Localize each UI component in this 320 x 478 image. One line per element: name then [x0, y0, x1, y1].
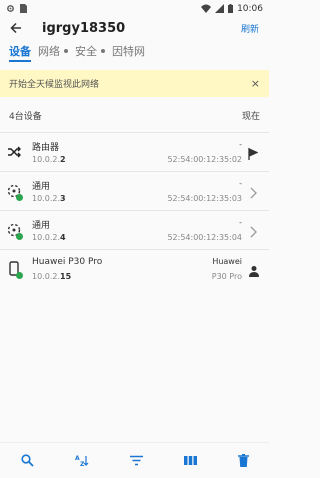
banner-close-button[interactable]: × — [251, 77, 260, 90]
tab-devices-label: 设备 — [9, 45, 31, 58]
device-row[interactable]: 通用 10.0.2.3 - 52:54:00:12:35:03 — [0, 171, 269, 209]
person-icon[interactable] — [248, 262, 260, 277]
banner-text: 开始全天候监视此网络 — [9, 80, 100, 90]
device-name: 路由器 — [32, 143, 60, 153]
online-status-dot — [16, 233, 23, 240]
delete-icon[interactable] — [237, 454, 249, 467]
tab-internet-label: 因特网 — [112, 45, 145, 58]
network-title: igrgy18350 — [42, 20, 126, 36]
ip-prefix: 10.0.2. — [32, 233, 60, 242]
columns-icon[interactable] — [183, 455, 197, 466]
ip-prefix: 10.0.2. — [32, 194, 60, 203]
chevron-right-icon[interactable] — [248, 184, 260, 199]
app-bar: igrgy18350 刷新 — [0, 18, 269, 38]
monitor-banner[interactable]: 开始全天候监视此网络 × — [0, 70, 269, 97]
tab-devices[interactable]: 设备 — [9, 42, 31, 62]
device-vendor: - — [239, 218, 242, 227]
ip-suffix: 15 — [60, 272, 72, 281]
device-mac: 52:54:00:12:35:02 — [167, 155, 242, 164]
status-bar: 10:06 — [0, 0, 269, 17]
tab-security-label: 安全 — [75, 45, 97, 58]
online-status-dot — [16, 194, 23, 201]
device-row[interactable]: 路由器 10.0.2.2 - 52:54:00:12:35:02 — [0, 132, 269, 170]
ip-suffix: 3 — [60, 194, 66, 203]
device-ip: 10.0.2.15 — [32, 272, 71, 281]
device-ip: 10.0.2.2 — [32, 155, 66, 164]
sim-card-icon — [20, 4, 27, 13]
device-name: 通用 — [32, 221, 51, 231]
device-row[interactable]: Huawei P30 Pro 10.0.2.15 Huawei P30 Pro — [0, 249, 269, 287]
ip-suffix: 4 — [60, 233, 66, 242]
settings-gear-icon — [6, 4, 15, 13]
tab-network-label: 网络 — [38, 45, 60, 58]
ip-prefix: 10.0.2. — [32, 155, 60, 164]
tab-security[interactable]: 安全 — [75, 42, 105, 60]
device-count: 4台设备 — [9, 112, 42, 122]
signal-icon — [215, 4, 225, 13]
bottom-action-bar: AZ — [0, 442, 269, 478]
search-icon[interactable] — [20, 454, 34, 467]
device-vendor: - — [239, 140, 242, 149]
wifi-icon — [201, 4, 212, 13]
device-list-header: 4台设备 现在 — [9, 109, 260, 122]
ip-prefix: 10.0.2. — [32, 272, 60, 281]
device-row[interactable]: 通用 10.0.2.4 - 52:54:00:12:35:04 — [0, 210, 269, 248]
device-ip: 10.0.2.3 — [32, 194, 66, 203]
flag-icon[interactable] — [248, 145, 260, 160]
chevron-right-icon[interactable] — [248, 223, 260, 238]
tab-network-dot — [64, 49, 68, 53]
battery-icon — [228, 4, 234, 13]
tab-network[interactable]: 网络 — [38, 42, 68, 60]
back-arrow-icon[interactable] — [10, 19, 28, 37]
refresh-button[interactable]: 刷新 — [241, 22, 259, 35]
device-model: P30 Pro — [211, 272, 242, 281]
device-ip: 10.0.2.4 — [32, 233, 66, 242]
device-name: 通用 — [32, 182, 51, 192]
online-status-dot — [16, 272, 23, 279]
tab-internet[interactable]: 因特网 — [112, 42, 145, 60]
last-scan-time: 现在 — [241, 112, 260, 122]
filter-icon[interactable] — [129, 455, 143, 466]
device-mac: 52:54:00:12:35:03 — [167, 194, 242, 203]
router-shuffle-icon — [7, 144, 23, 160]
device-vendor: Huawei — [212, 257, 242, 266]
status-time: 10:06 — [237, 3, 263, 14]
ip-suffix: 2 — [60, 155, 66, 164]
sort-az-icon[interactable]: AZ — [75, 454, 89, 467]
tab-security-dot — [101, 49, 105, 53]
tab-bar: 设备 网络 安全 因特网 — [0, 42, 269, 62]
device-mac: 52:54:00:12:35:04 — [167, 233, 242, 242]
device-vendor: - — [239, 179, 242, 188]
device-name: Huawei P30 Pro — [32, 257, 103, 267]
